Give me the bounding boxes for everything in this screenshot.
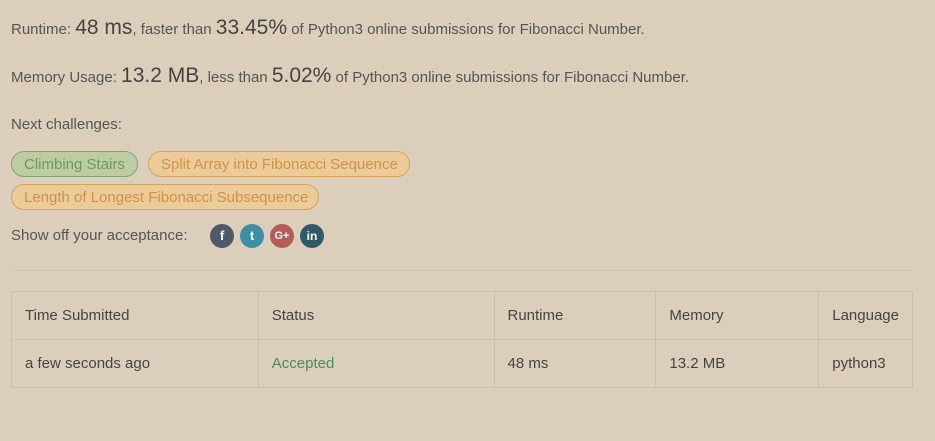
- runtime-summary: Runtime: 48 ms, faster than 33.45% of Py…: [11, 16, 645, 40]
- submissions-table: Time Submitted Status Runtime Memory Lan…: [11, 291, 913, 388]
- linkedin-icon[interactable]: in: [300, 224, 324, 248]
- table-row: a few seconds ago Accepted 48 ms 13.2 MB…: [11, 339, 913, 388]
- cell-memory: 13.2 MB: [655, 339, 820, 388]
- runtime-value: 48 ms: [75, 16, 133, 39]
- header-memory: Memory: [655, 291, 820, 340]
- challenge-tag-split-array-fibonacci[interactable]: Split Array into Fibonacci Sequence: [148, 151, 410, 177]
- memory-summary: Memory Usage: 13.2 MB, less than 5.02% o…: [11, 64, 689, 88]
- header-status: Status: [257, 291, 495, 340]
- challenge-tag-climbing-stairs[interactable]: Climbing Stairs: [11, 151, 138, 177]
- cell-status: Accepted: [257, 339, 495, 388]
- memory-label: Memory Usage:: [11, 69, 117, 86]
- cell-time-submitted: a few seconds ago: [11, 339, 259, 388]
- memory-mid-text: , less than: [199, 69, 268, 86]
- header-runtime: Runtime: [493, 291, 657, 340]
- runtime-suffix: of Python3 online submissions for Fibona…: [291, 21, 645, 38]
- share-label: Show off your acceptance:: [11, 227, 188, 244]
- google-plus-icon[interactable]: G+: [270, 224, 294, 248]
- header-time-submitted: Time Submitted: [11, 291, 259, 340]
- runtime-label: Runtime:: [11, 21, 72, 38]
- memory-suffix: of Python3 online submissions for Fibona…: [335, 69, 690, 86]
- runtime-percent: 33.45%: [215, 16, 288, 39]
- status-accepted-link[interactable]: Accepted: [272, 355, 335, 372]
- runtime-mid-text: , faster than: [132, 21, 212, 38]
- memory-value: 13.2 MB: [121, 64, 200, 87]
- challenge-tag-longest-fibonacci-subsequence[interactable]: Length of Longest Fibonacci Subsequence: [11, 184, 319, 210]
- header-language: Language: [818, 291, 913, 340]
- divider: [11, 270, 913, 271]
- next-challenges-title: Next challenges:: [11, 116, 122, 133]
- memory-percent: 5.02%: [271, 64, 332, 87]
- cell-language: python3: [818, 339, 913, 388]
- table-header-row: Time Submitted Status Runtime Memory Lan…: [11, 291, 913, 340]
- facebook-icon[interactable]: f: [210, 224, 234, 248]
- cell-runtime: 48 ms: [493, 339, 657, 388]
- twitter-icon[interactable]: t: [240, 224, 264, 248]
